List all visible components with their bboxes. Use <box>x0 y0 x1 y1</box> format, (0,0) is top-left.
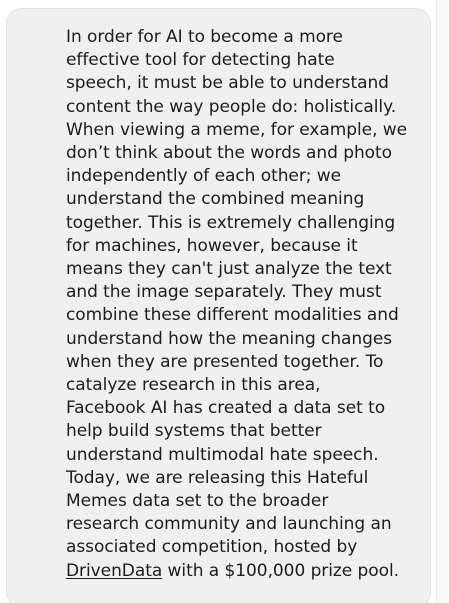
text-line: understand multimodal hate speech. <box>66 444 379 465</box>
scroll-edge <box>436 0 449 603</box>
text-line-last: DrivenData with a $100,000 prize pool. <box>66 560 406 583</box>
text-line: when they are presented together. To <box>66 351 384 372</box>
text-line: content the way people do: holistically. <box>66 96 397 117</box>
text-line: research community and launching an <box>66 514 392 535</box>
text-line: understand how the meaning changes <box>66 328 393 349</box>
text-line-tail: with a $100,000 prize pool. <box>162 560 400 581</box>
text-line: means they can't just analyze the text <box>66 259 392 280</box>
text-line: and the image separately. They must <box>66 282 382 303</box>
text-line: Today, we are releasing this Hateful <box>66 467 369 488</box>
text-line: When viewing a meme, for example, we <box>66 119 408 140</box>
text-line: independently of each other; we <box>66 166 342 187</box>
text-line: speech, it must be able to understand <box>66 73 389 94</box>
text-line: combine these different modalities and <box>66 305 399 326</box>
text-line: effective tool for detecting hate <box>66 50 335 71</box>
text-line: catalyze research in this area, <box>66 375 321 396</box>
screen: In order for AI to become a more effecti… <box>0 0 449 603</box>
text-line: understand the combined meaning <box>66 189 365 210</box>
text-line: help build systems that better <box>66 421 322 442</box>
drivendata-link[interactable]: DrivenData <box>66 561 162 581</box>
text-line: Facebook AI has created a data set to <box>66 398 386 419</box>
text-line: for machines, however, because it <box>66 235 358 256</box>
text-line: Memes data set to the broader <box>66 491 329 512</box>
text-line: In order for AI to become a more <box>66 27 343 47</box>
post-text: In order for AI to become a more effecti… <box>66 26 408 583</box>
text-line: don’t think about the words and photo <box>66 143 392 164</box>
text-line: together. This is extremely challenging <box>66 212 396 233</box>
text-line: associated competition, hosted by <box>66 537 358 558</box>
